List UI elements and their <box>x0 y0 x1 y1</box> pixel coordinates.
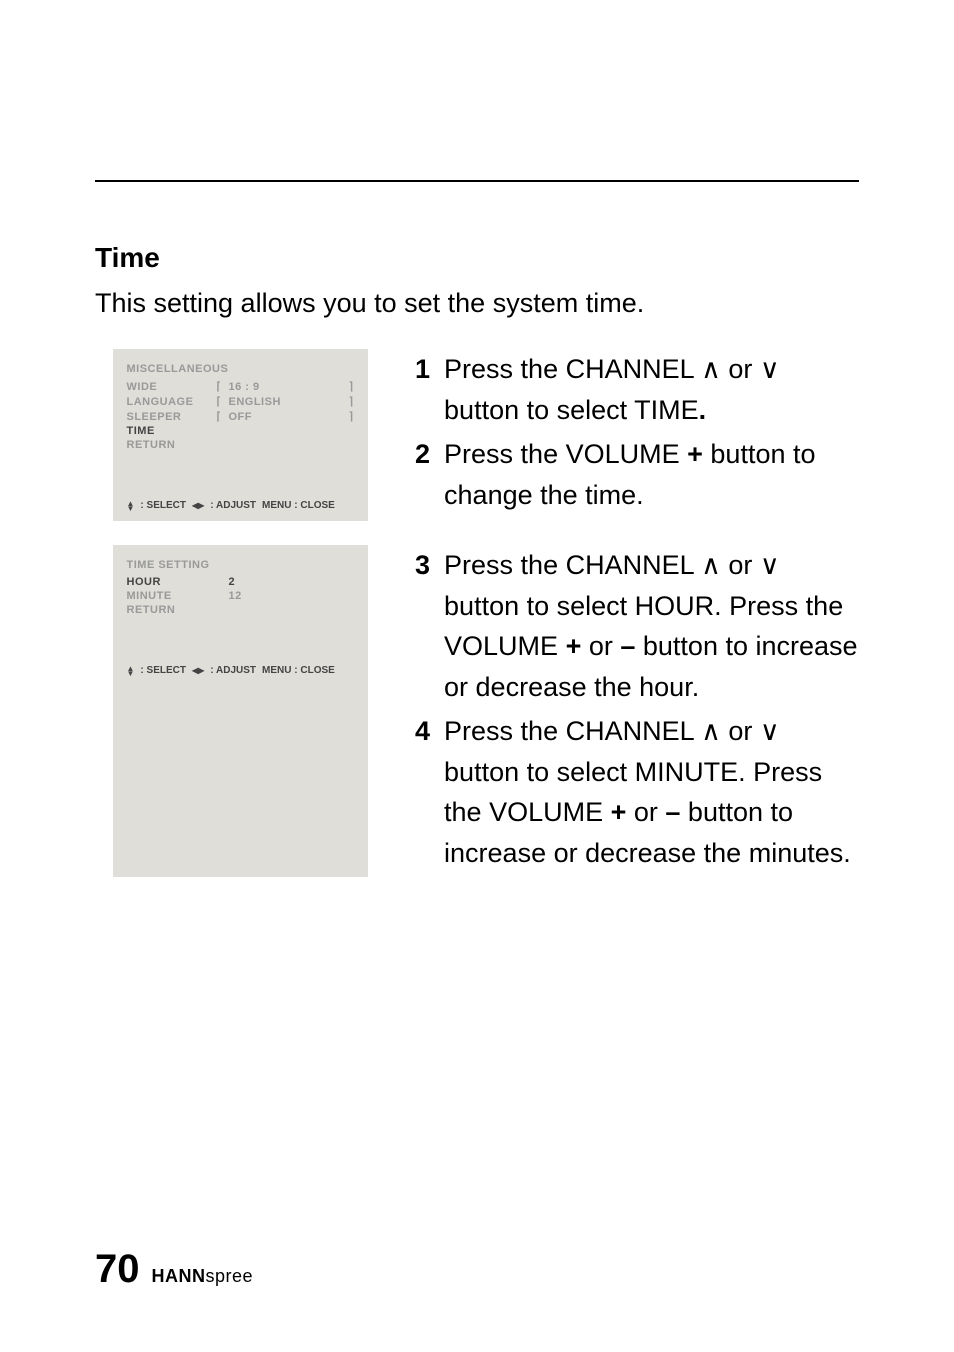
page-footer: 70 HANNspree <box>95 1247 253 1292</box>
left-right-arrow-icon: ◀▶ <box>192 666 204 675</box>
page-number: 70 <box>95 1247 140 1292</box>
left-right-arrow-icon: ◀▶ <box>192 501 204 510</box>
osd-title: TIME SETTING <box>127 559 354 571</box>
section-title: Time <box>95 242 859 274</box>
osd-row: MINUTE12 <box>127 589 354 603</box>
steps-list-b: 3 Press the CHANNEL ∧ or ∨ button to sel… <box>415 545 859 873</box>
osd-row: RETURN <box>127 438 354 452</box>
osd-title: MISCELLANEOUS <box>127 363 354 375</box>
osd-rows: WIDE⌈16 : 9⌉ LANGUAGE⌈ENGLISH⌉ SLEEPER⌈O… <box>127 379 354 452</box>
osd-row-selected: TIME <box>127 424 354 438</box>
osd-rows: HOUR2 MINUTE12 RETURN <box>127 575 354 617</box>
up-down-arrow-icon: ▲▼ <box>127 501 135 511</box>
osd-row-selected: HOUR2 <box>127 575 354 589</box>
steps-list-a: 1 Press the CHANNEL ∧ or ∨ button to sel… <box>415 349 859 515</box>
up-down-arrow-icon: ▲▼ <box>127 666 135 676</box>
row-2: TIME SETTING HOUR2 MINUTE12 RETURN ▲▼ : … <box>95 545 859 877</box>
osd-row: RETURN <box>127 603 354 617</box>
osd-row: WIDE⌈16 : 9⌉ <box>127 379 354 394</box>
osd-footer: ▲▼ : SELECT ◀▶ : ADJUST MENU : CLOSE <box>127 500 354 511</box>
step-4: 4 Press the CHANNEL ∧ or ∨ button to sel… <box>415 711 859 873</box>
osd-footer: ▲▼ : SELECT ◀▶ : ADJUST MENU : CLOSE <box>127 665 354 676</box>
step-2: 2 Press the VOLUME + button to change th… <box>415 434 859 515</box>
osd-row: SLEEPER⌈OFF⌉ <box>127 409 354 424</box>
step-3: 3 Press the CHANNEL ∧ or ∨ button to sel… <box>415 545 859 707</box>
osd-panel-time-setting: TIME SETTING HOUR2 MINUTE12 RETURN ▲▼ : … <box>113 545 368 877</box>
step-1: 1 Press the CHANNEL ∧ or ∨ button to sel… <box>415 349 859 430</box>
row-1: MISCELLANEOUS WIDE⌈16 : 9⌉ LANGUAGE⌈ENGL… <box>95 349 859 521</box>
divider <box>95 180 859 182</box>
section-intro: This setting allows you to set the syste… <box>95 288 859 319</box>
osd-panel-miscellaneous: MISCELLANEOUS WIDE⌈16 : 9⌉ LANGUAGE⌈ENGL… <box>113 349 368 521</box>
osd-row: LANGUAGE⌈ENGLISH⌉ <box>127 394 354 409</box>
brand-logo: HANNspree <box>152 1266 254 1287</box>
